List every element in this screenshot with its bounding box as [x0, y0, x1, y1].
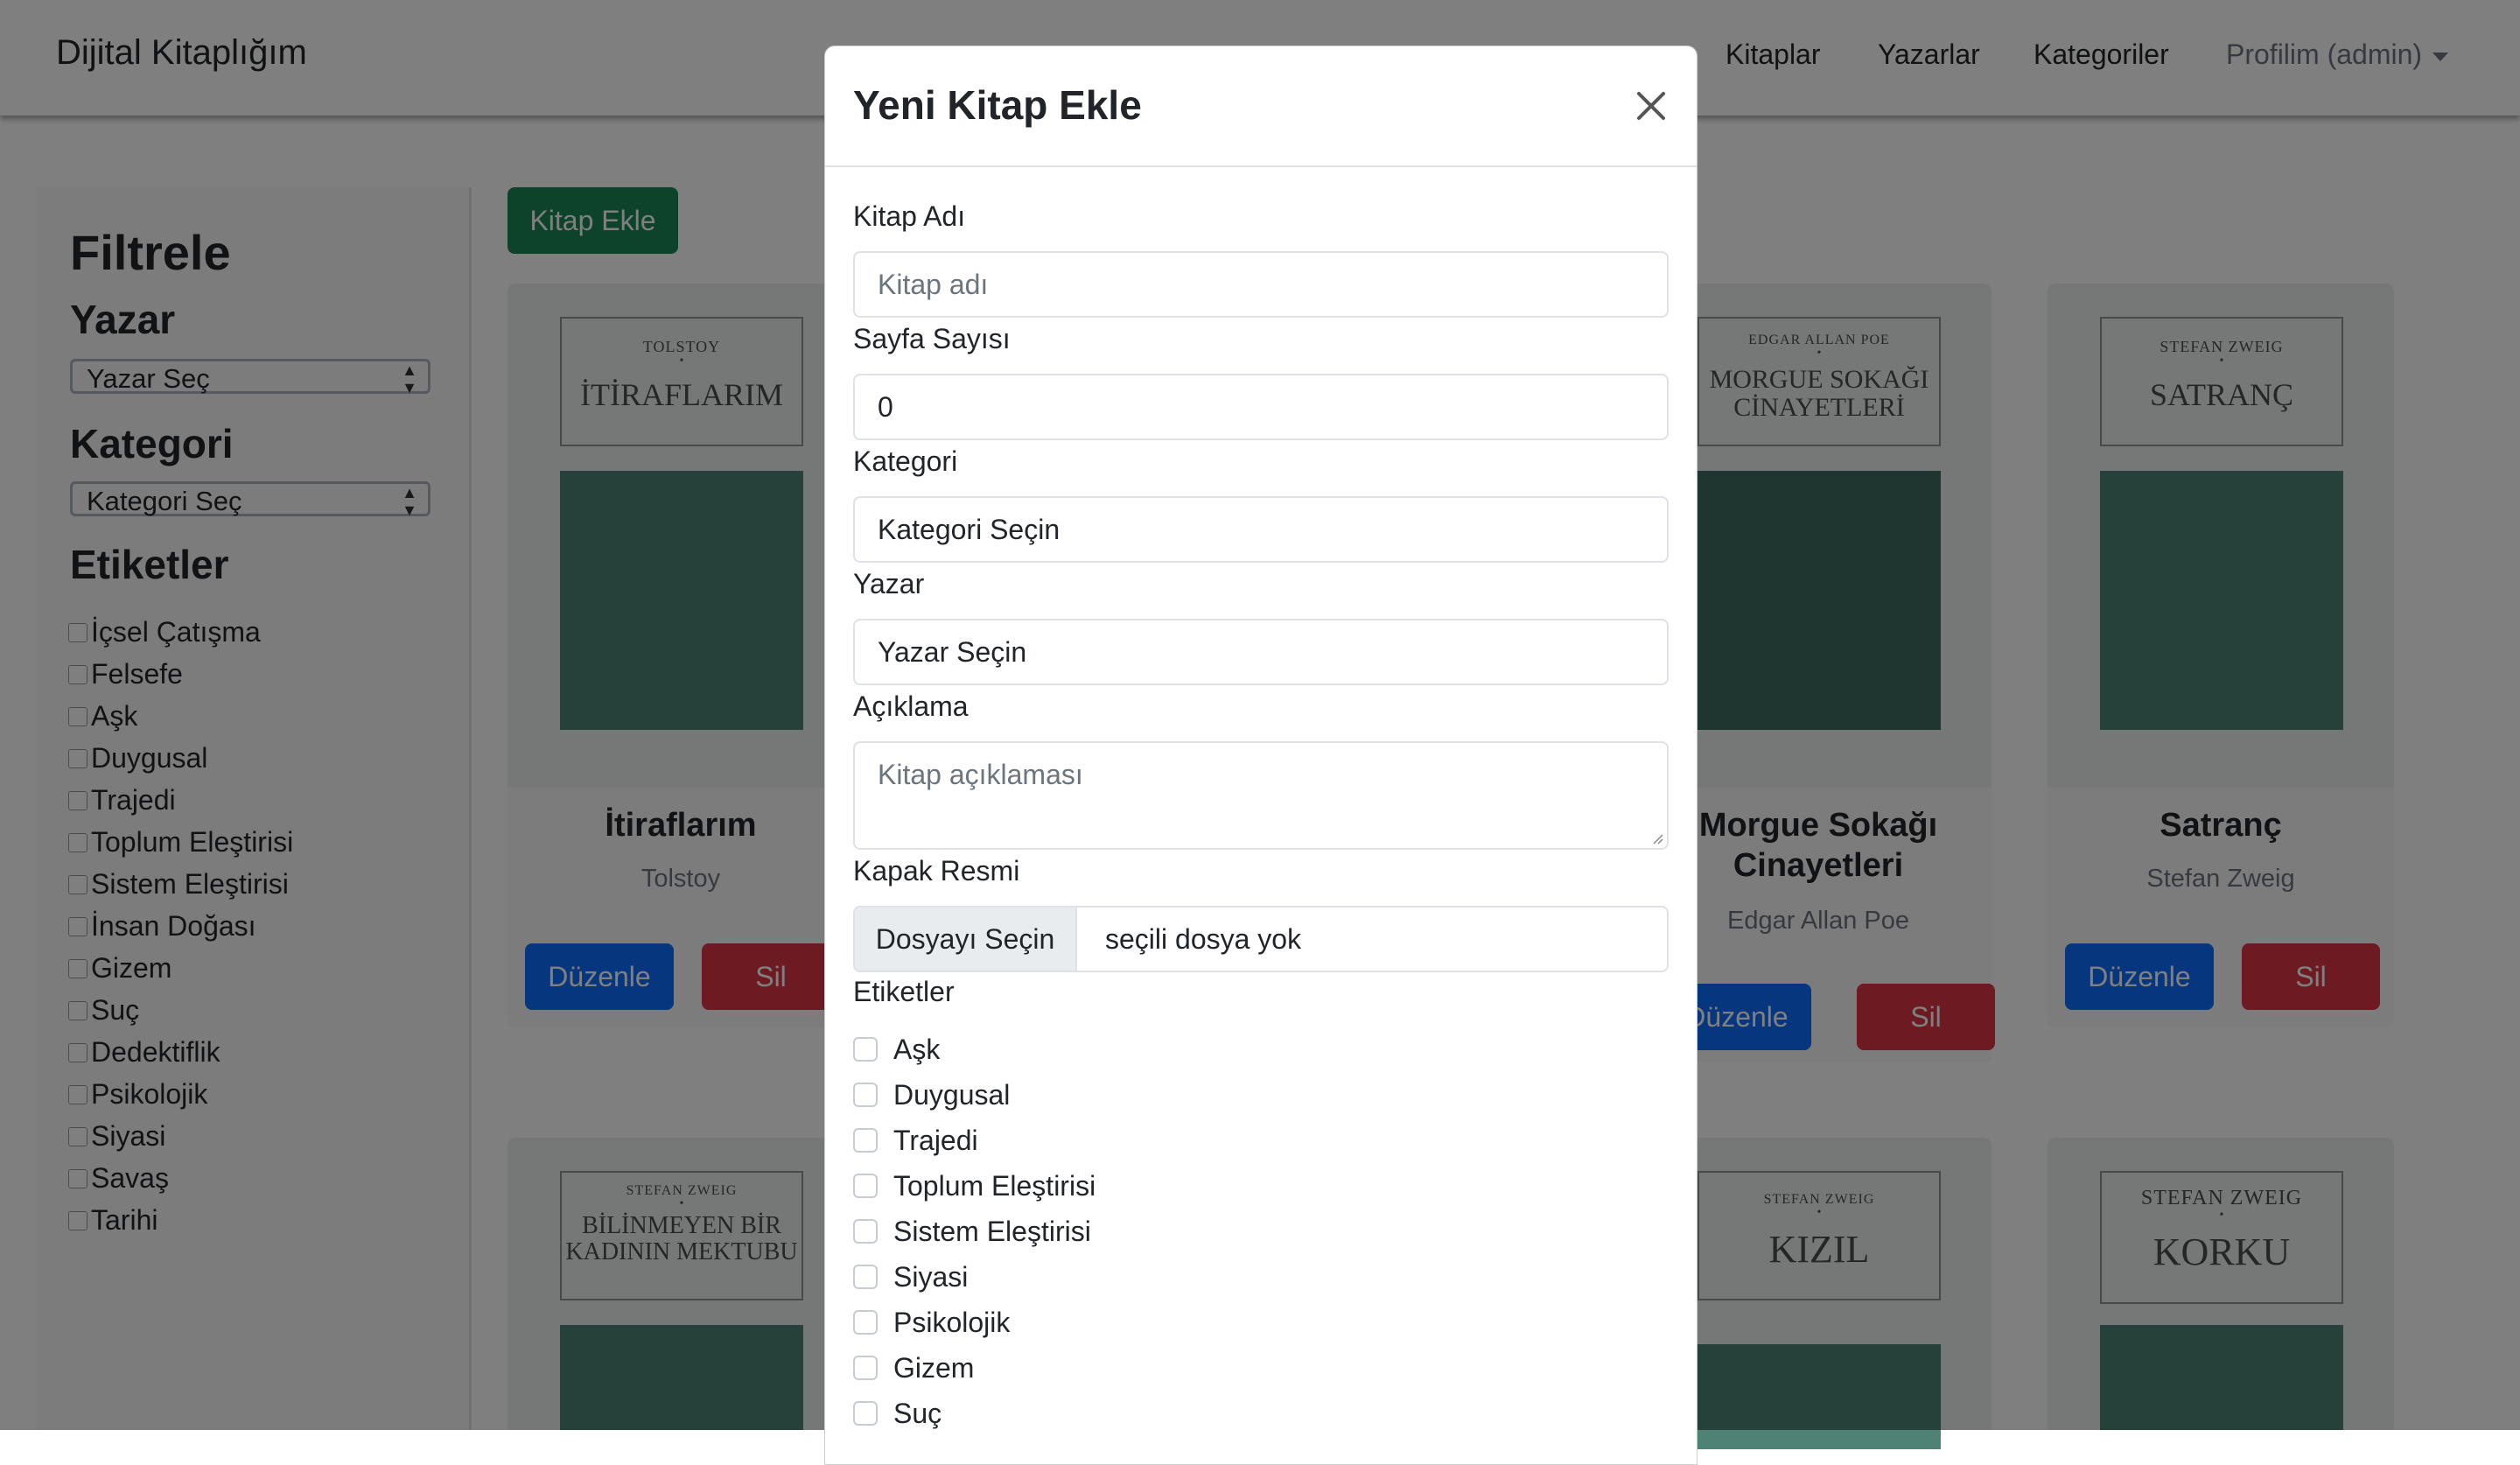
description-placeholder: Kitap açıklaması: [878, 759, 1083, 790]
tag-checkbox-label: Psikolojik: [893, 1307, 1011, 1338]
page-count-label: Sayfa Sayısı: [853, 323, 1011, 354]
tag-checkbox-label: Siyasi: [893, 1261, 969, 1293]
resize-handle-icon[interactable]: [1651, 832, 1663, 845]
tag-checkbox-item[interactable]: Aşk: [853, 1032, 940, 1067]
checkbox[interactable]: [853, 1400, 878, 1426]
book-name-input[interactable]: Kitap adı: [853, 251, 1669, 318]
tag-checkbox-item[interactable]: Toplum Eleştirisi: [853, 1168, 1096, 1203]
modal-tags-label: Etiketler: [853, 976, 955, 1007]
tag-checkbox-item[interactable]: Siyasi: [853, 1259, 968, 1294]
checkbox[interactable]: [853, 1355, 878, 1380]
close-button[interactable]: [1630, 85, 1672, 127]
tag-checkbox-label: Suç: [893, 1398, 942, 1429]
description-label: Açıklama: [853, 690, 969, 722]
category-select[interactable]: Kategori Seçin: [853, 496, 1669, 563]
category-label: Kategori: [853, 445, 958, 477]
tag-checkbox-label: Toplum Eleştirisi: [893, 1170, 1096, 1202]
add-book-modal: Yeni Kitap Ekle Kitap Adı Kitap adı Sayf…: [824, 46, 1698, 1465]
choose-file-button[interactable]: Dosyayı Seçin: [855, 908, 1077, 971]
checkbox[interactable]: [853, 1264, 878, 1289]
tag-checkbox-item[interactable]: Sistem Eleştirisi: [853, 1214, 1091, 1249]
tag-checkbox-item[interactable]: Gizem: [853, 1350, 974, 1385]
checkbox[interactable]: [853, 1036, 878, 1062]
tag-checkbox-label: Sistem Eleştirisi: [893, 1216, 1091, 1247]
tag-checkbox-item[interactable]: Suç: [853, 1396, 942, 1431]
checkbox[interactable]: [853, 1173, 878, 1198]
book-name-label: Kitap Adı: [853, 200, 966, 232]
tag-checkbox-item[interactable]: Duygusal: [853, 1077, 1010, 1112]
tag-checkbox-label: Trajedi: [893, 1125, 978, 1156]
checkbox[interactable]: [853, 1309, 878, 1335]
tag-checkbox-label: Gizem: [893, 1352, 975, 1384]
modal-header: Yeni Kitap Ekle: [825, 46, 1697, 167]
tag-checkbox-item[interactable]: Psikolojik: [853, 1305, 1010, 1340]
tag-checkbox-item[interactable]: Trajedi: [853, 1123, 978, 1158]
cover-image-label: Kapak Resmi: [853, 855, 1020, 887]
checkbox[interactable]: [853, 1127, 878, 1153]
close-icon: [1637, 92, 1665, 120]
tag-checkbox-label: Duygusal: [893, 1079, 1011, 1111]
author-select[interactable]: Yazar Seçin: [853, 619, 1669, 685]
checkbox[interactable]: [853, 1218, 878, 1244]
checkbox[interactable]: [853, 1082, 878, 1107]
file-status: seçili dosya yok: [1105, 923, 1302, 955]
cover-file-input[interactable]: Dosyayı Seçin seçili dosya yok: [853, 906, 1669, 972]
modal-title: Yeni Kitap Ekle: [853, 82, 1142, 128]
description-textarea[interactable]: Kitap açıklaması: [853, 741, 1669, 850]
page-count-input[interactable]: 0: [853, 374, 1669, 440]
author-label: Yazar: [853, 568, 925, 599]
tag-checkbox-label: Aşk: [893, 1034, 941, 1065]
